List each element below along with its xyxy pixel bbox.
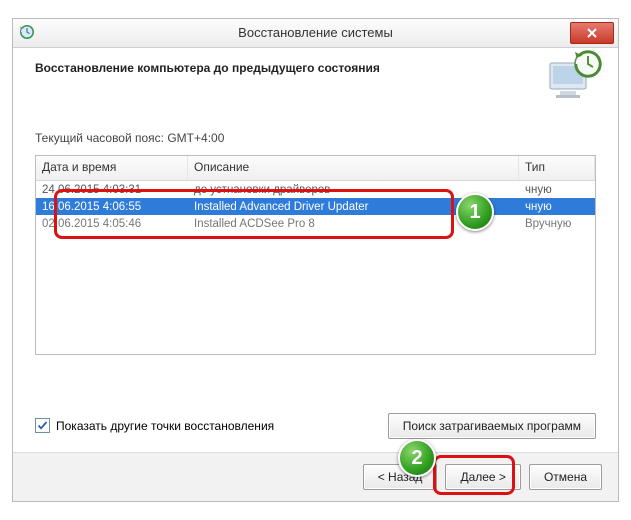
table-row[interactable]: 16.06.2015 4:06:55 Installed Advanced Dr… <box>36 198 595 215</box>
header-row: Восстановление компьютера до предыдущего… <box>13 47 618 107</box>
cancel-button[interactable]: Отмена <box>529 464 602 490</box>
table-row[interactable]: 02.06.2015 4:05:46 Installed ACDSee Pro … <box>36 215 595 232</box>
restore-icon-large <box>548 49 604 101</box>
col-header-date[interactable]: Дата и время <box>36 156 188 180</box>
next-button[interactable]: Далее > <box>445 464 521 490</box>
page-subtitle: Восстановление компьютера до предыдущего… <box>35 61 380 75</box>
content-area: Текущий часовой пояс: GMT+4:00 Дата и вр… <box>35 131 596 441</box>
checkbox-label: Показать другие точки восстановления <box>56 419 274 433</box>
close-button[interactable] <box>570 22 614 44</box>
wizard-body: Восстановление компьютера до предыдущего… <box>13 47 618 501</box>
back-button[interactable]: < Назад <box>363 464 438 490</box>
timezone-label: Текущий часовой пояс: GMT+4:00 <box>35 131 596 145</box>
table-row[interactable]: 24.06.2015 4:03:31 до устнановки драйвер… <box>36 181 595 198</box>
table-header: Дата и время Описание Тип <box>36 156 595 181</box>
checkbox-icon[interactable] <box>35 418 50 433</box>
restore-points-table[interactable]: Дата и время Описание Тип 24.06.2015 4:0… <box>35 155 596 355</box>
col-header-desc[interactable]: Описание <box>188 156 519 180</box>
wizard-footer: < Назад Далее > Отмена <box>13 452 618 501</box>
screenshot-stage: Восстановление системы Восстановление ко… <box>0 0 631 520</box>
col-header-type[interactable]: Тип <box>519 156 595 180</box>
scan-affected-button[interactable]: Поиск затрагиваемых программ <box>388 413 596 439</box>
wizard-window: Восстановление системы Восстановление ко… <box>12 18 619 502</box>
show-more-checkbox-row[interactable]: Показать другие точки восстановления <box>35 418 274 433</box>
titlebar: Восстановление системы <box>13 19 618 48</box>
window-title: Восстановление системы <box>13 25 618 40</box>
